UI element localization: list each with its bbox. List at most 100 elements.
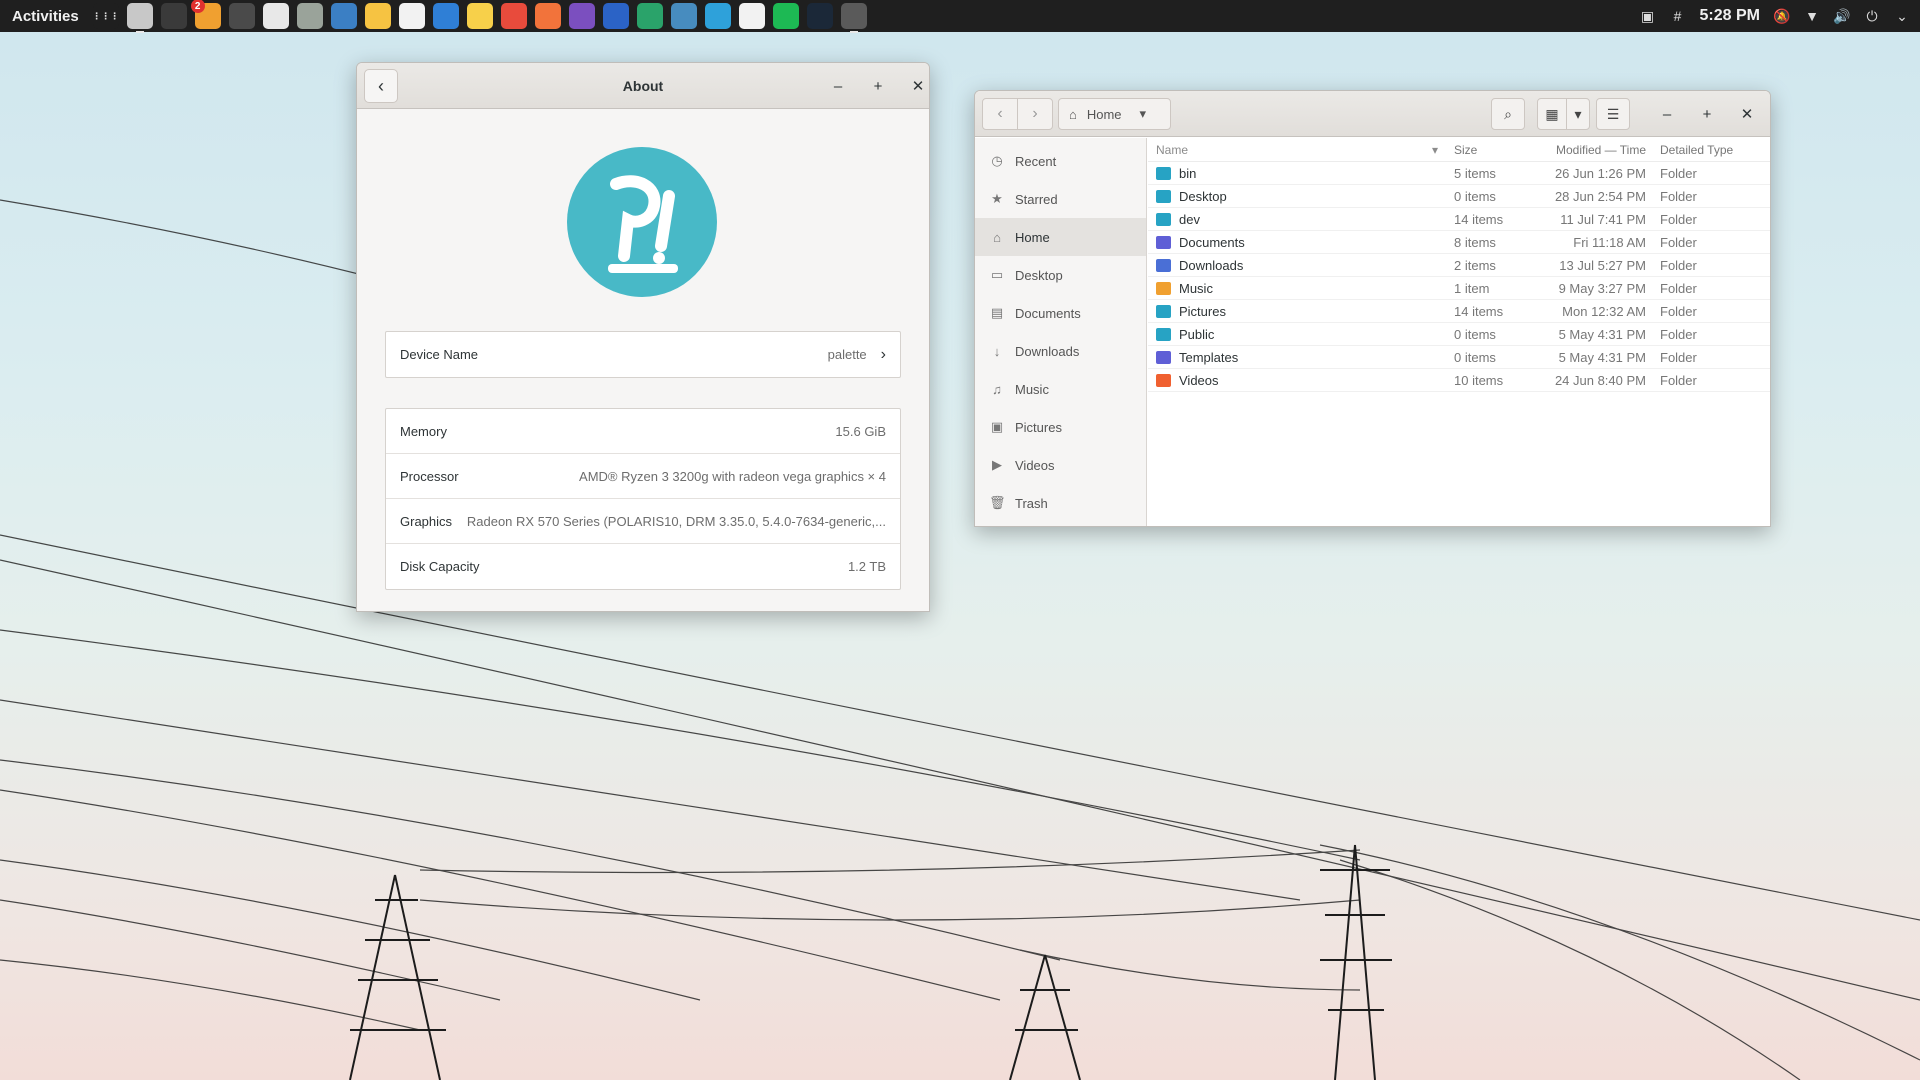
view-options-button[interactable]: ▾ bbox=[1566, 98, 1590, 130]
sidebar-item-starred[interactable]: ★ Starred bbox=[975, 180, 1146, 218]
file-row[interactable]: Videos 10 items 24 Jun 8:40 PM Folder bbox=[1148, 369, 1770, 392]
file-name: Pictures bbox=[1179, 303, 1226, 319]
sidebar-item-recent[interactable]: ◷ Recent bbox=[975, 142, 1146, 180]
file-row[interactable]: bin 5 items 26 Jun 1:26 PM Folder bbox=[1148, 162, 1770, 185]
path-bar-home[interactable]: ⌂ Home ▾ bbox=[1058, 98, 1171, 130]
file-row[interactable]: dev 14 items 11 Jul 7:41 PM Folder bbox=[1148, 208, 1770, 231]
file-name: Public bbox=[1179, 326, 1215, 342]
network-globe-icon[interactable] bbox=[636, 3, 663, 29]
spec-row-disk: Disk Capacity 1.2 TB bbox=[386, 544, 900, 589]
slack-tray-icon[interactable]: # bbox=[1670, 8, 1686, 24]
volume-icon[interactable]: 🔊 bbox=[1833, 8, 1850, 24]
file-row[interactable]: Music 1 item 9 May 3:27 PM Folder bbox=[1148, 277, 1770, 300]
sidebar-item-videos[interactable]: ▶ Videos bbox=[975, 446, 1146, 484]
chevron-down-icon: ▾ bbox=[1574, 105, 1582, 122]
spec-row-processor: Processor AMD® Ryzen 3 3200g with radeon… bbox=[386, 454, 900, 499]
column-size[interactable]: Size bbox=[1448, 143, 1528, 157]
file-row[interactable]: Templates 0 items 5 May 4:31 PM Folder bbox=[1148, 346, 1770, 369]
file-row[interactable]: Downloads 2 items 13 Jul 5:27 PM Folder bbox=[1148, 254, 1770, 277]
sidebar-item-desktop[interactable]: ▭ Desktop bbox=[975, 256, 1146, 294]
godot-engine-icon[interactable] bbox=[670, 3, 697, 29]
close-icon: ✕ bbox=[911, 78, 925, 95]
file-name: Documents bbox=[1179, 234, 1245, 250]
activities-button[interactable]: Activities bbox=[0, 8, 93, 25]
file-name-cell: Music bbox=[1148, 281, 1448, 296]
sidebar-item-pictures[interactable]: ▣ Pictures bbox=[975, 408, 1146, 446]
file-size: 1 item bbox=[1454, 280, 1490, 296]
text-editor-icon[interactable] bbox=[432, 3, 459, 29]
sidebar-item-label: Desktop bbox=[1015, 267, 1063, 283]
file-name-cell: Videos bbox=[1148, 373, 1448, 388]
menu-button[interactable]: ☰ bbox=[1596, 98, 1630, 130]
book-reader-icon[interactable] bbox=[602, 3, 629, 29]
column-type[interactable]: Detailed Type bbox=[1656, 143, 1766, 157]
maximize-button[interactable]: + bbox=[1695, 102, 1719, 126]
minimize-button[interactable]: – bbox=[826, 74, 850, 98]
clock[interactable]: 5:28 PM bbox=[1700, 7, 1760, 25]
clock-icon: ◷ bbox=[991, 153, 1003, 168]
file-modified: Fri 11:18 AM bbox=[1573, 234, 1646, 250]
emacs-app-icon[interactable] bbox=[568, 3, 595, 29]
search-button[interactable]: ⌕ bbox=[1491, 98, 1525, 130]
sidebar-item-trash[interactable]: 🗑 Trash bbox=[975, 484, 1146, 522]
remote-desktop-icon[interactable] bbox=[330, 3, 357, 29]
spec-value: Radeon RX 570 Series (POLARIS10, DRM 3.3… bbox=[466, 513, 886, 529]
folder-icon bbox=[1156, 212, 1171, 226]
sort-descending-icon: ▾ bbox=[1431, 142, 1438, 157]
view-mode-button[interactable]: ▦ bbox=[1537, 98, 1567, 130]
videos-folder-icon bbox=[1156, 373, 1171, 387]
settings-app-icon[interactable] bbox=[840, 3, 867, 33]
spotify-app-icon[interactable] bbox=[772, 3, 799, 29]
documents-folder-icon bbox=[1156, 235, 1171, 249]
wifi-icon[interactable]: ▼ bbox=[1804, 8, 1820, 24]
column-name[interactable]: Name ▾ bbox=[1148, 143, 1448, 157]
file-row[interactable]: Public 0 items 5 May 4:31 PM Folder bbox=[1148, 323, 1770, 346]
file-row[interactable]: Documents 8 items Fri 11:18 AM Folder bbox=[1148, 231, 1770, 254]
clipboard-icon[interactable]: ▣ bbox=[1640, 8, 1656, 24]
column-headers: Name ▾ Size Modified — Time Detailed Typ… bbox=[1148, 138, 1770, 162]
back-button[interactable]: ‹ bbox=[982, 98, 1018, 130]
sidebar-item-music[interactable]: ♫ Music bbox=[975, 370, 1146, 408]
chevron-down-icon[interactable]: ⌄ bbox=[1894, 8, 1910, 24]
hamburger-menu-icon: ☰ bbox=[1606, 105, 1620, 122]
file-size: 2 items bbox=[1454, 257, 1496, 273]
minimize-button[interactable]: – bbox=[1655, 102, 1679, 126]
device-name-row[interactable]: Device Name palette › bbox=[386, 332, 900, 377]
egg-app-icon[interactable] bbox=[398, 3, 425, 29]
sidebar-item-downloads[interactable]: ↓ Downloads bbox=[975, 332, 1146, 370]
notification-badge: 2 bbox=[190, 0, 205, 13]
desktop-icon: ▭ bbox=[990, 267, 1004, 282]
spec-row-memory: Memory 15.6 GiB bbox=[386, 409, 900, 454]
slack-app-icon[interactable] bbox=[738, 3, 765, 29]
forward-button[interactable]: › bbox=[1017, 98, 1053, 130]
file-row[interactable]: Pictures 14 items Mon 12:32 AM Folder bbox=[1148, 300, 1770, 323]
terminal-app-icon[interactable] bbox=[160, 3, 187, 29]
document-viewer-icon[interactable] bbox=[262, 3, 289, 29]
chevron-down-icon: ▾ bbox=[1139, 106, 1147, 121]
sidebar-item-home[interactable]: ⌂ Home bbox=[975, 218, 1146, 256]
weather-app-icon[interactable] bbox=[364, 3, 391, 29]
column-modified[interactable]: Modified — Time bbox=[1528, 143, 1656, 157]
steam-app-icon[interactable] bbox=[806, 3, 833, 29]
notifications-muted-icon[interactable]: 🔕 bbox=[1773, 8, 1790, 24]
power-icon[interactable]: ⏻ bbox=[1864, 8, 1880, 24]
close-button[interactable]: ✕ bbox=[906, 74, 929, 98]
home-icon: ⌂ bbox=[1069, 106, 1077, 122]
sidebar-item-documents[interactable]: ▤ Documents bbox=[975, 294, 1146, 332]
file-row[interactable]: Desktop 0 items 28 Jun 2:54 PM Folder bbox=[1148, 185, 1770, 208]
maximize-button[interactable]: + bbox=[866, 74, 890, 98]
spreadsheet-app-icon[interactable] bbox=[296, 3, 323, 29]
firefox-browser-icon[interactable] bbox=[534, 3, 561, 29]
apps-grid-icon[interactable]: ⋮⋮⋮ bbox=[92, 3, 119, 29]
notes-app-icon[interactable] bbox=[466, 3, 493, 29]
file-size: 0 items bbox=[1454, 349, 1496, 365]
files-app-icon[interactable] bbox=[126, 3, 153, 33]
chrome-browser-icon[interactable] bbox=[500, 3, 527, 29]
system-monitor-icon[interactable] bbox=[228, 3, 255, 29]
file-modified: 26 Jun 1:26 PM bbox=[1554, 165, 1646, 181]
mail-app-icon[interactable]: 2 bbox=[190, 0, 221, 29]
close-button[interactable]: ✕ bbox=[1735, 102, 1759, 126]
video-icon: ▶ bbox=[992, 457, 1002, 472]
maximize-icon: + bbox=[1702, 105, 1712, 123]
telegram-app-icon[interactable] bbox=[704, 3, 731, 29]
